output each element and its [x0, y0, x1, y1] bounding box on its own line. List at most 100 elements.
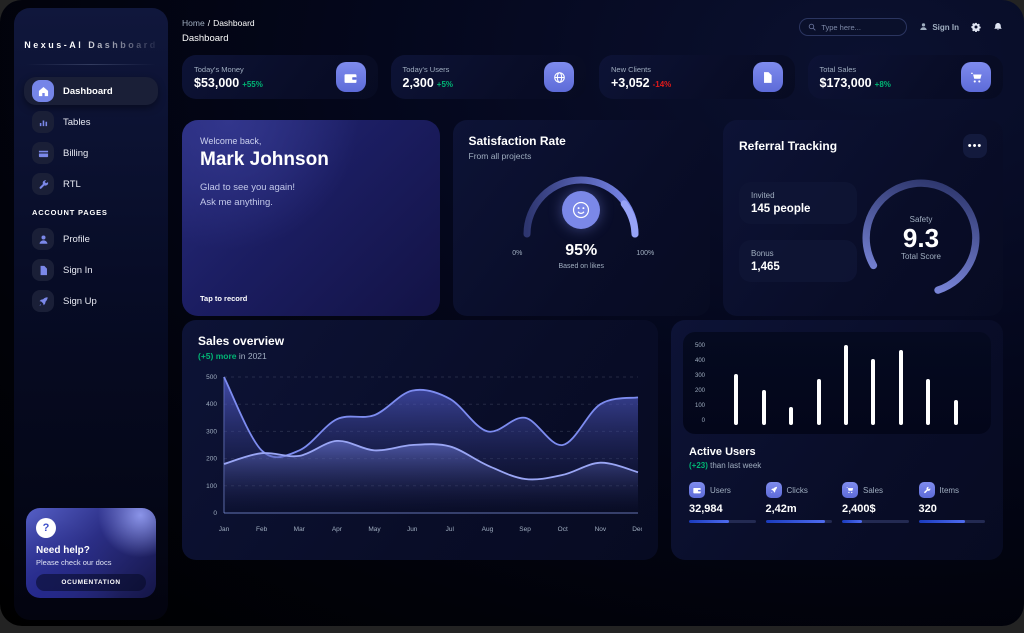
logo-divider	[26, 64, 156, 65]
page-title: Dashboard	[182, 33, 255, 44]
stats-row: Today's Money $53,000+55% Today's Users 2,3…	[182, 55, 1003, 99]
search-box[interactable]	[799, 18, 907, 36]
weekly-bar-chart: 5004003002001000	[683, 332, 991, 434]
wrench-icon	[919, 482, 935, 498]
sign-in-button[interactable]: Sign In	[919, 22, 959, 33]
stat-value: 2,42m	[766, 503, 833, 515]
svg-text:Apr: Apr	[332, 526, 343, 533]
active-users-stats: Users32,984Clicks2,42mSales2,400$Items32…	[683, 470, 991, 523]
search-input[interactable]	[821, 23, 901, 32]
stat-delta: -14%	[653, 80, 672, 89]
cart-icon	[961, 62, 991, 92]
sidebar-item-label: Tables	[63, 117, 90, 128]
settings-gear-icon[interactable]	[971, 22, 981, 32]
svg-text:Oct: Oct	[558, 526, 568, 533]
sidebar-nav: Dashboard Tables Billing RTL ACCOUNT PAGES Pr…	[24, 77, 158, 315]
welcome-message: Glad to see you again! Ask me anything.	[200, 181, 422, 210]
stat-label: Today's Users	[403, 65, 454, 74]
svg-text:May: May	[368, 526, 381, 533]
active-users-stat-clicks: Clicks2,42m	[766, 482, 833, 523]
active-users-stat-items: Items320	[919, 482, 986, 523]
sidebar: Nexus-AI Dashboard DashboardTablesBillin…	[14, 8, 168, 620]
sidebar-item-label: Sign Up	[63, 296, 97, 307]
welcome-card: Welcome back, Mark Johnson Glad to see y…	[182, 120, 440, 316]
sidebar-item-sign-in[interactable]: Sign In	[24, 256, 158, 284]
sidebar-item-billing[interactable]: Billing	[24, 139, 158, 167]
wallet-icon	[336, 62, 366, 92]
bar-axis-tick: 200	[695, 388, 705, 394]
help-subtitle: Please check our docs	[36, 558, 146, 567]
sidebar-section-label: ACCOUNT PAGES	[32, 208, 158, 217]
active-users-stat-users: Users32,984	[689, 482, 756, 523]
satisfaction-value: 95%	[506, 242, 656, 260]
bar	[762, 390, 766, 425]
breadcrumb-separator: /	[208, 18, 210, 28]
referral-box-invited: Invited145 people	[739, 182, 857, 224]
wrench-icon	[32, 173, 54, 195]
sidebar-item-label: RTL	[63, 179, 81, 190]
bar	[899, 350, 903, 425]
bar	[817, 379, 821, 425]
svg-text:200: 200	[206, 456, 217, 463]
stat-label: Total Sales	[820, 65, 891, 74]
sidebar-item-profile[interactable]: Profile	[24, 225, 158, 253]
sidebar-item-dashboard[interactable]: Dashboard	[24, 77, 158, 105]
svg-text:500: 500	[206, 374, 217, 381]
tap-to-record-button[interactable]: Tap to record	[200, 294, 247, 303]
bar-axis-tick: 0	[702, 418, 705, 424]
more-options-button[interactable]: •••	[963, 134, 987, 158]
bar	[871, 359, 875, 425]
svg-text:Jul: Jul	[446, 526, 455, 533]
satisfaction-caption: Based on likes	[506, 263, 656, 270]
question-icon: ?	[36, 518, 56, 538]
sales-subtitle: (+5) more in 2021	[198, 351, 642, 361]
document-icon	[753, 62, 783, 92]
svg-text:0: 0	[213, 510, 217, 517]
notifications-bell-icon[interactable]	[993, 22, 1003, 32]
stat-delta: +55%	[242, 80, 263, 89]
progress-bar	[766, 520, 833, 523]
svg-text:Dec: Dec	[632, 526, 642, 533]
referral-box-bonus: Bonus1,465	[739, 240, 857, 282]
bar	[844, 345, 848, 425]
stat-label: Today's Money	[194, 65, 263, 74]
svg-text:300: 300	[206, 428, 217, 435]
referral-title: Referral Tracking	[739, 139, 837, 153]
bar-chart-icon	[32, 111, 54, 133]
stat-value: $53,000+55%	[194, 76, 263, 90]
stat-value: 2,400$	[842, 503, 909, 515]
rocket-icon	[32, 290, 54, 312]
breadcrumb-current[interactable]: Dashboard	[213, 18, 255, 28]
bar	[954, 400, 958, 425]
stat-card-new-clients: New Clients+3,052-14%	[599, 55, 795, 99]
welcome-greeting: Welcome back,	[200, 136, 422, 146]
bar-axis-tick: 400	[695, 358, 705, 364]
globe-icon	[544, 62, 574, 92]
sidebar-item-label: Dashboard	[63, 86, 113, 97]
stat-value: 2,300+5%	[403, 76, 454, 90]
wallet-icon	[689, 482, 705, 498]
bar	[789, 407, 793, 425]
satisfaction-rate-card: Satisfaction Rate From all projects	[453, 120, 711, 316]
referral-box-label: Invited	[751, 191, 845, 200]
stat-label: New Clients	[611, 65, 671, 74]
safety-score-ring: Safety 9.3 Total Score	[857, 174, 985, 302]
stat-card-today-s-money: Today's Money $53,000+55%	[182, 55, 378, 99]
help-title: Need help?	[36, 545, 146, 556]
stat-value: 320	[919, 503, 986, 515]
help-card: ? Need help? Please check our docs OCUME…	[26, 508, 156, 598]
documentation-button[interactable]: OCUMENTATION	[36, 574, 146, 591]
bar-chart-bars	[711, 342, 981, 426]
sidebar-item-tables[interactable]: Tables	[24, 108, 158, 136]
home-icon	[32, 80, 54, 102]
person-icon	[32, 228, 54, 250]
breadcrumb-root[interactable]: Home	[182, 18, 205, 28]
referral-boxes: Invited145 people Bonus1,465	[739, 182, 857, 302]
bar	[734, 374, 738, 425]
ellipsis-icon: •••	[968, 141, 983, 152]
sidebar-item-rtl[interactable]: RTL	[24, 170, 158, 198]
sidebar-item-sign-up[interactable]: Sign Up	[24, 287, 158, 315]
svg-text:100: 100	[206, 483, 217, 490]
satisfaction-title: Satisfaction Rate	[469, 134, 695, 148]
satisfaction-gauge: 0% 100% 95% Based on likes	[506, 170, 656, 285]
